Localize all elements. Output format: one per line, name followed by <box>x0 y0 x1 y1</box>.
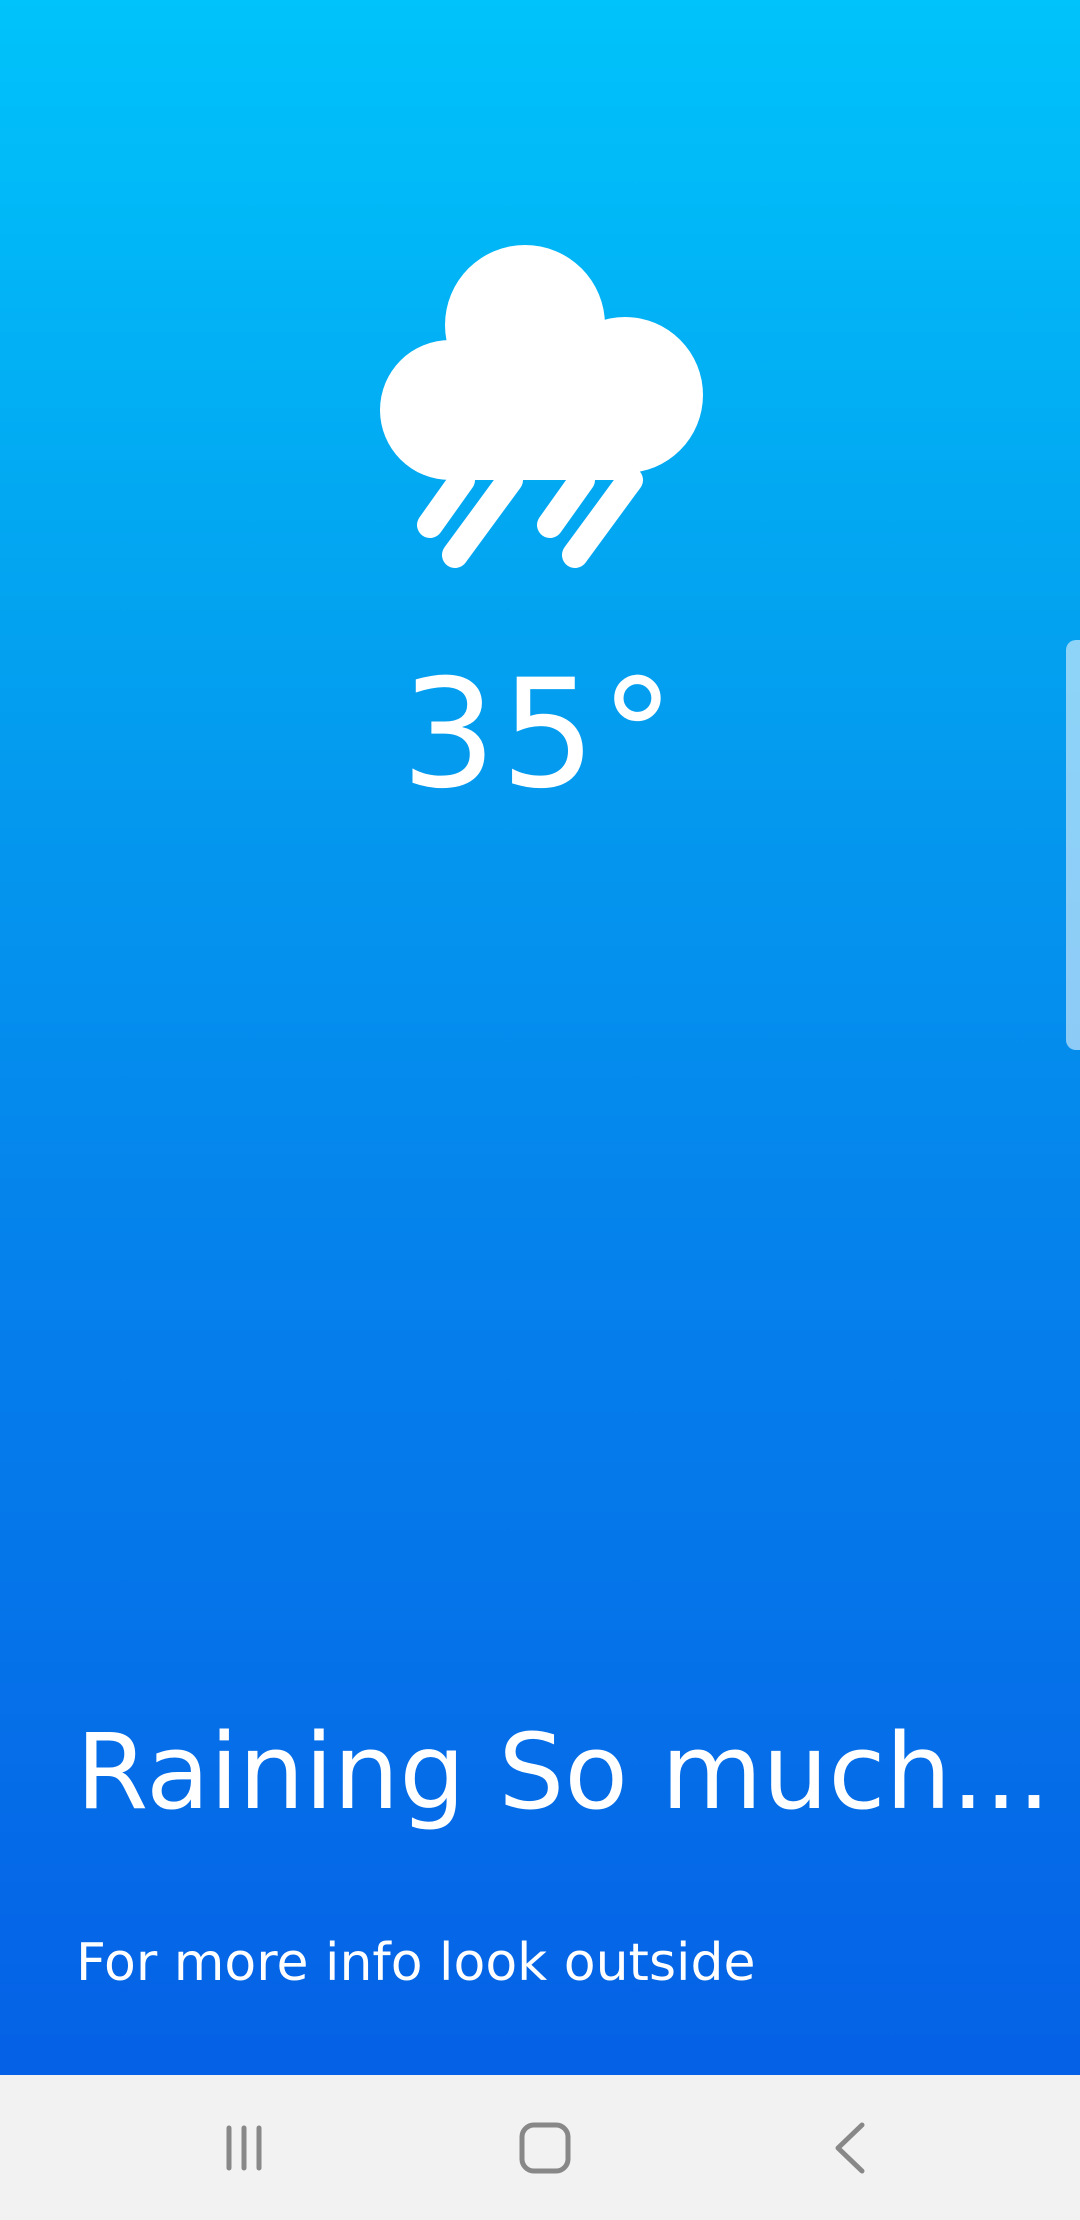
weather-screen: 35° Raining So much... For more info loo… <box>0 0 1080 2220</box>
weather-subline: For more info look outside <box>76 1933 756 1993</box>
recents-icon <box>226 2125 262 2170</box>
recents-button[interactable] <box>164 2075 324 2220</box>
rain-cloud-icon <box>380 245 703 568</box>
weather-background: 35° Raining So much... For more info loo… <box>0 0 1080 2075</box>
weather-headline: Raining So much... <box>76 1711 1051 1833</box>
temperature-value: 35° <box>401 648 679 822</box>
back-icon <box>835 2122 865 2173</box>
back-button[interactable] <box>770 2075 930 2220</box>
home-icon <box>519 2122 571 2173</box>
navigation-bar <box>0 2075 1080 2220</box>
home-button[interactable] <box>465 2075 625 2220</box>
edge-panel-handle[interactable] <box>1066 640 1080 1050</box>
